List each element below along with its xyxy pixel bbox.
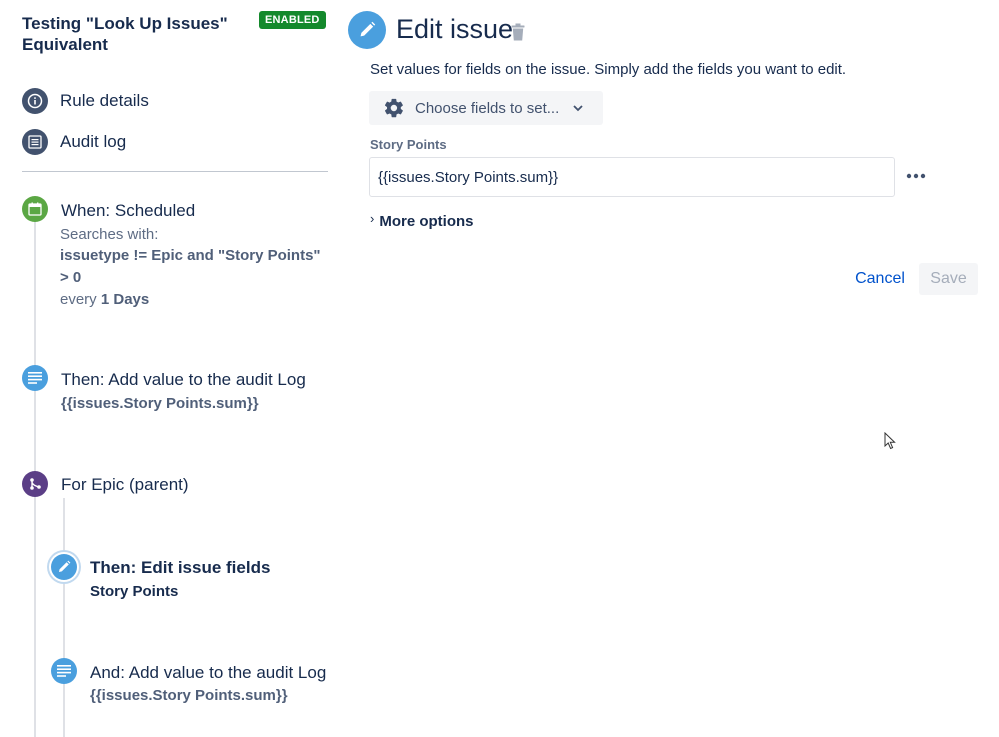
- trigger-frequency: every 1 Days: [60, 289, 149, 311]
- branch-title[interactable]: For Epic (parent): [61, 475, 189, 495]
- list-icon: [22, 129, 48, 155]
- action-audit-log-detail: {{issues.Story Points.sum}}: [61, 395, 259, 412]
- pencil-icon: [59, 560, 71, 572]
- trigger-every-value: 1 Days: [100, 291, 150, 308]
- trigger-jql-line1: issuetype != Epic and "Story Points": [60, 247, 321, 264]
- chevron-right-icon: ›: [370, 211, 375, 226]
- action-audit-log-title[interactable]: Then: Add value to the audit Log: [61, 370, 306, 390]
- story-points-label: Story Points: [370, 137, 447, 152]
- edit-issue-icon: [348, 11, 386, 49]
- action-edit-issue-title[interactable]: Then: Edit issue fields: [90, 558, 270, 578]
- branch-icon: [30, 478, 41, 490]
- pencil-icon: [360, 21, 376, 37]
- log-lines-icon: [57, 665, 71, 677]
- divider: [22, 171, 328, 172]
- trigger-title[interactable]: When: Scheduled: [61, 201, 195, 221]
- rule-details-link[interactable]: Rule details: [22, 88, 149, 114]
- chevron-down-icon: [573, 104, 583, 111]
- status-badge: ENABLED: [259, 11, 326, 29]
- mouse-pointer-icon: [884, 432, 896, 450]
- save-button[interactable]: Save: [919, 263, 978, 295]
- choose-fields-label: Choose fields to set...: [415, 99, 560, 117]
- action-edit-issue-detail: Story Points: [90, 583, 179, 600]
- story-points-input[interactable]: [369, 157, 895, 197]
- rule-title: Testing "Look Up Issues" Equivalent: [22, 14, 228, 54]
- cancel-button[interactable]: Cancel: [848, 263, 912, 295]
- action-audit-log-node[interactable]: [22, 365, 48, 391]
- log-lines-icon: [28, 372, 42, 384]
- gear-icon: [384, 98, 403, 118]
- trigger-jql-line2: > 0: [60, 269, 82, 286]
- action-edit-issue-node[interactable]: [51, 554, 77, 580]
- action-audit-log-2-detail: {{issues.Story Points.sum}}: [90, 687, 288, 704]
- page-title: Edit issue: [396, 14, 514, 44]
- rule-details-label: Rule details: [60, 91, 149, 110]
- trigger-searches-label: Searches with:: [60, 226, 159, 243]
- more-options-label: More options: [379, 213, 474, 230]
- info-icon: [22, 88, 48, 114]
- trigger-node[interactable]: [22, 196, 48, 222]
- more-options-toggle[interactable]: › More options: [370, 211, 474, 230]
- trash-icon[interactable]: [511, 23, 525, 41]
- action-audit-log-2-node[interactable]: [51, 658, 77, 684]
- branch-timeline-line: [63, 498, 65, 737]
- more-horizontal-icon[interactable]: [905, 168, 927, 184]
- calendar-icon: [28, 202, 42, 216]
- audit-log-label: Audit log: [60, 132, 127, 151]
- branch-node[interactable]: [22, 471, 48, 497]
- choose-fields-button[interactable]: Choose fields to set...: [369, 91, 603, 125]
- trigger-every-label: every: [60, 291, 97, 308]
- audit-log-link[interactable]: Audit log: [22, 129, 126, 155]
- action-audit-log-2-title[interactable]: And: Add value to the audit Log: [90, 663, 326, 683]
- edit-description: Set values for fields on the issue. Simp…: [370, 61, 847, 78]
